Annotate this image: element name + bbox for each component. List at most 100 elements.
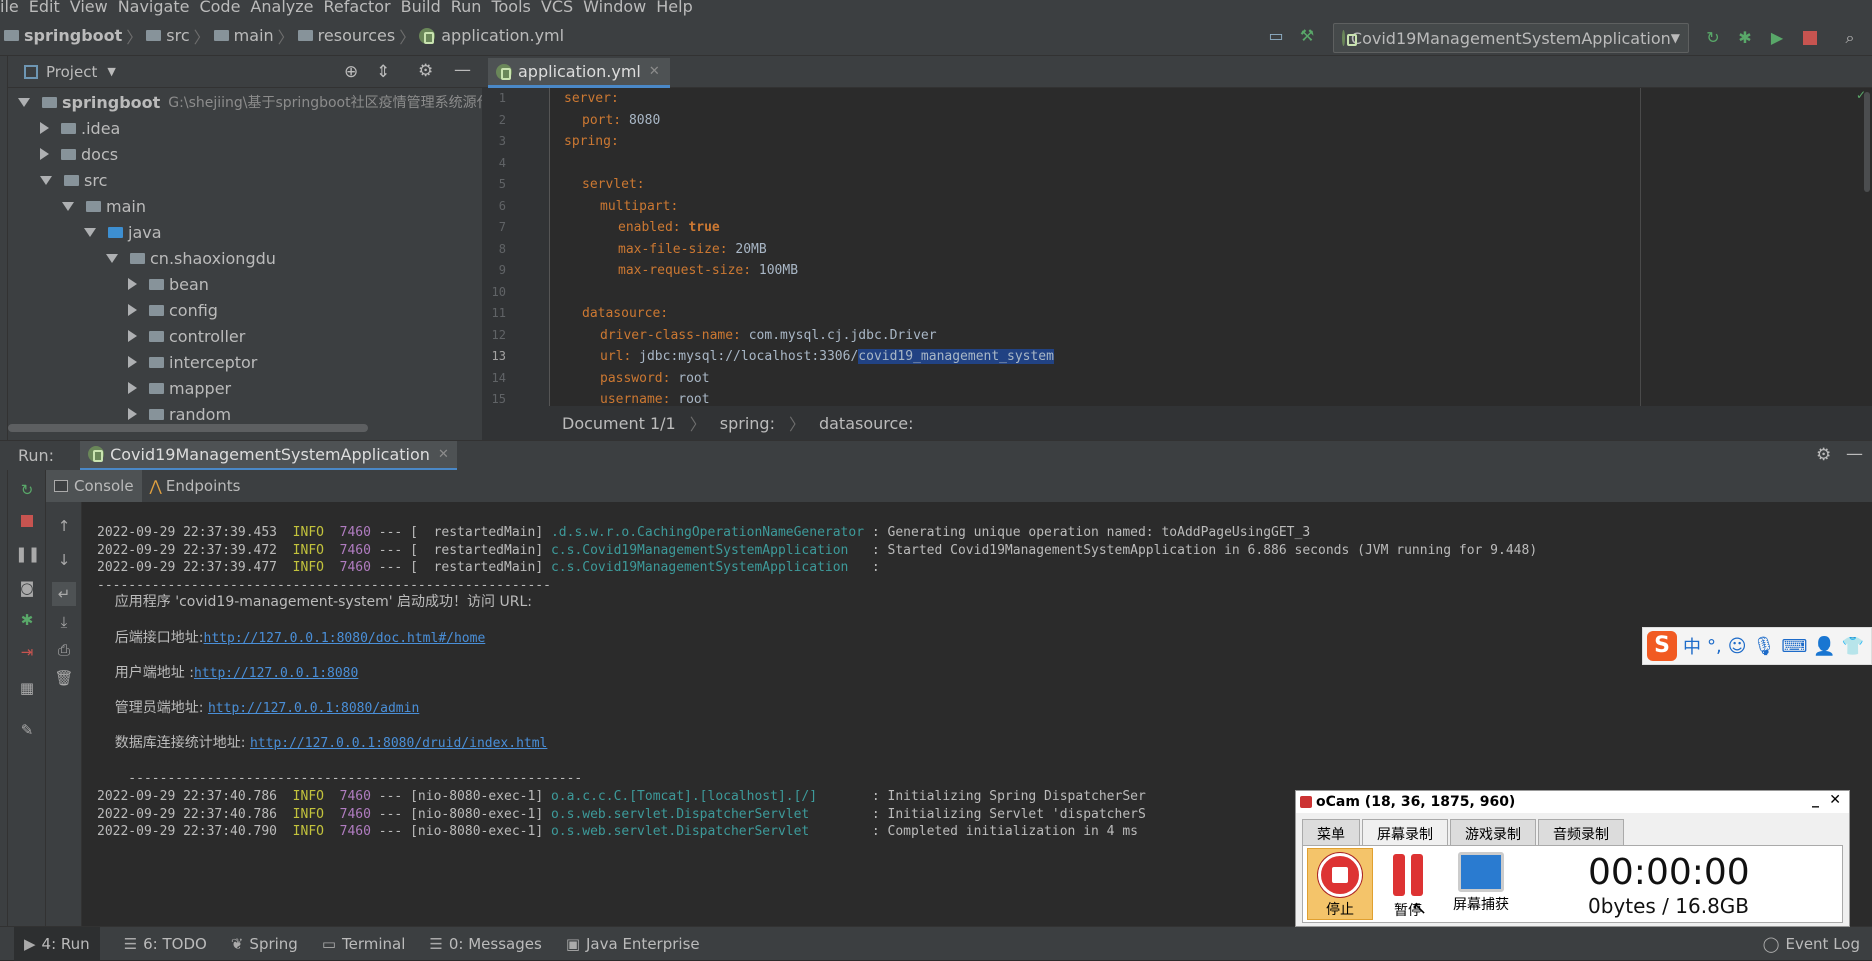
status-run[interactable]: ▶ 4: Run — [14, 926, 100, 961]
camera-icon[interactable]: ◙ — [15, 576, 39, 600]
console-url-link[interactable]: http://127.0.0.1:8080/admin — [208, 701, 419, 716]
breadcrumb-project[interactable]: springboot — [24, 26, 122, 45]
menu-navigate[interactable]: Navigate — [118, 0, 190, 16]
console-tab[interactable]: Console — [46, 470, 142, 502]
status-spring[interactable]: ❦ Spring — [231, 935, 298, 953]
yaml-breadcrumb-document[interactable]: Document 1/1 — [562, 414, 676, 433]
locate-icon[interactable]: ⊕ — [344, 62, 358, 82]
editor-tab-application-yml[interactable]: application.yml ✕ — [488, 58, 670, 88]
expanded-arrow-icon[interactable] — [40, 175, 52, 185]
status-messages[interactable]: ☰ 0: Messages — [429, 935, 541, 953]
menu-edit[interactable]: Edit — [29, 0, 60, 16]
ocam-tab-audio-record[interactable]: 音频录制 — [1538, 819, 1624, 848]
tree-item[interactable]: docs — [40, 141, 118, 167]
expanded-arrow-icon[interactable] — [18, 97, 30, 107]
debug-icon[interactable]: ✱ — [15, 608, 39, 632]
collapsed-arrow-icon[interactable] — [128, 382, 137, 394]
menu-run[interactable]: Run — [451, 0, 482, 16]
gear-icon[interactable]: ⚙ — [418, 61, 433, 81]
tree-item[interactable]: src — [40, 167, 107, 193]
menu-vcs[interactable]: VCS — [541, 0, 573, 16]
microphone-icon[interactable]: 🎙 — [1753, 636, 1776, 657]
collapsed-arrow-icon[interactable] — [128, 278, 137, 290]
collapsed-arrow-icon[interactable] — [128, 408, 137, 420]
status-event-log[interactable]: ◯ Event Log — [1763, 935, 1860, 953]
menu-refactor[interactable]: Refactor — [323, 0, 390, 16]
build-hammer-icon[interactable]: ⚒ — [1297, 26, 1317, 46]
ime-punctuation[interactable]: °, — [1707, 636, 1722, 657]
expanded-arrow-icon[interactable] — [106, 253, 118, 263]
exit-icon[interactable]: ⇥ — [15, 640, 39, 664]
emoji-icon[interactable]: ☺ — [1728, 636, 1747, 657]
pause-icon[interactable]: ❚❚ — [15, 542, 40, 566]
coverage-icon[interactable]: ▶ — [1767, 28, 1787, 48]
gear-icon[interactable]: ⚙ — [1816, 445, 1831, 465]
menu-view[interactable]: View — [70, 0, 108, 16]
collapsed-arrow-icon[interactable] — [40, 148, 49, 160]
horizontal-scrollbar[interactable] — [8, 424, 368, 432]
breadcrumb-file[interactable]: application.yml — [441, 26, 564, 45]
menu-window[interactable]: Window — [583, 0, 646, 16]
ocam-stop-button[interactable]: 停止 — [1307, 848, 1373, 920]
collapsed-arrow-icon[interactable] — [128, 356, 137, 368]
keyboard-icon[interactable]: ⌨ — [1781, 636, 1807, 657]
close-icon[interactable]: ✕ — [1829, 792, 1841, 808]
search-icon[interactable]: ⌕ — [1840, 28, 1860, 48]
tree-item[interactable]: springboot G:\shejiing\基于springboot社区疫情管理… — [18, 89, 482, 115]
debug-icon[interactable]: ✱ — [1735, 28, 1755, 48]
console-url-link[interactable]: http://127.0.0.1:8080/druid/index.html — [250, 736, 547, 751]
minimize-icon[interactable]: — — [454, 60, 471, 80]
yaml-breadcrumb-datasource[interactable]: datasource: — [819, 414, 914, 433]
tree-item[interactable]: main — [62, 193, 146, 219]
stop-icon[interactable] — [1803, 31, 1817, 45]
menu-help[interactable]: Help — [656, 0, 692, 16]
expanded-arrow-icon[interactable] — [84, 227, 96, 237]
skin-icon[interactable]: 👕 — [1842, 636, 1864, 657]
arrow-up-icon[interactable]: ↑ — [52, 514, 76, 538]
collapsed-arrow-icon[interactable] — [128, 304, 137, 316]
arrow-down-icon[interactable]: ↓ — [52, 548, 76, 572]
print-icon[interactable]: ⎙ — [52, 638, 76, 662]
ime-mode[interactable]: 中 — [1683, 633, 1701, 659]
ocam-tab-menu[interactable]: 菜单 — [1302, 819, 1360, 848]
project-panel-title[interactable]: Project — [46, 63, 97, 81]
status-todo[interactable]: ☰ 6: TODO — [124, 935, 207, 953]
tree-item[interactable]: mapper — [128, 375, 231, 401]
tree-item[interactable]: config — [128, 297, 218, 323]
layout-icon[interactable]: ▦ — [15, 676, 39, 700]
ocam-tab-screen-record[interactable]: 屏幕录制 — [1362, 819, 1448, 848]
sogou-logo[interactable]: S — [1647, 631, 1677, 661]
console-url-link[interactable]: http://127.0.0.1:8080/doc.html#/home — [204, 631, 486, 646]
tree-item[interactable]: java — [84, 219, 162, 245]
breadcrumb-src[interactable]: src — [166, 26, 189, 45]
breadcrumb-resources[interactable]: resources — [318, 26, 396, 45]
scroll-to-end-icon[interactable]: ⤓ — [52, 610, 76, 634]
breadcrumb-main[interactable]: main — [234, 26, 274, 45]
menu-build[interactable]: Build — [401, 0, 441, 16]
expanded-arrow-icon[interactable] — [62, 201, 74, 211]
close-icon[interactable]: ✕ — [649, 64, 660, 79]
collapsed-arrow-icon[interactable] — [128, 330, 137, 342]
tree-item[interactable]: controller — [128, 323, 245, 349]
pin-icon[interactable]: ✎ — [15, 718, 39, 742]
menu-analyze[interactable]: Analyze — [250, 0, 313, 16]
soft-wrap-icon[interactable]: ↵ — [52, 582, 76, 606]
trash-icon[interactable]: 🗑 — [52, 666, 76, 690]
ocam-capture-button[interactable]: 屏幕捕获 — [1443, 848, 1519, 920]
tree-item[interactable]: interceptor — [128, 349, 257, 375]
minimize-icon[interactable]: _ — [1812, 792, 1819, 808]
menu-tools[interactable]: Tools — [491, 0, 530, 16]
console-url-link[interactable]: http://127.0.0.1:8080 — [194, 666, 358, 681]
rerun-icon[interactable]: ↻ — [1703, 28, 1723, 48]
menu-file[interactable]: ile — [0, 0, 19, 16]
status-terminal[interactable]: ▭ Terminal — [322, 935, 406, 953]
run-configuration-select[interactable]: Covid19ManagementSystemApplication ▼ — [1333, 23, 1689, 53]
ocam-tab-game-record[interactable]: 游戏录制 — [1450, 819, 1536, 848]
ocam-titlebar[interactable]: oCam (18, 36, 1875, 960) _ ✕ — [1296, 791, 1849, 813]
collapsed-arrow-icon[interactable] — [40, 122, 49, 134]
status-java-enterprise[interactable]: ▣ Java Enterprise — [566, 935, 700, 953]
endpoints-tab[interactable]: ⋀ Endpoints — [142, 470, 249, 502]
ocam-pause-button[interactable]: 暂停 — [1375, 848, 1441, 920]
tree-item[interactable]: bean — [128, 271, 209, 297]
menu-code[interactable]: Code — [199, 0, 240, 16]
